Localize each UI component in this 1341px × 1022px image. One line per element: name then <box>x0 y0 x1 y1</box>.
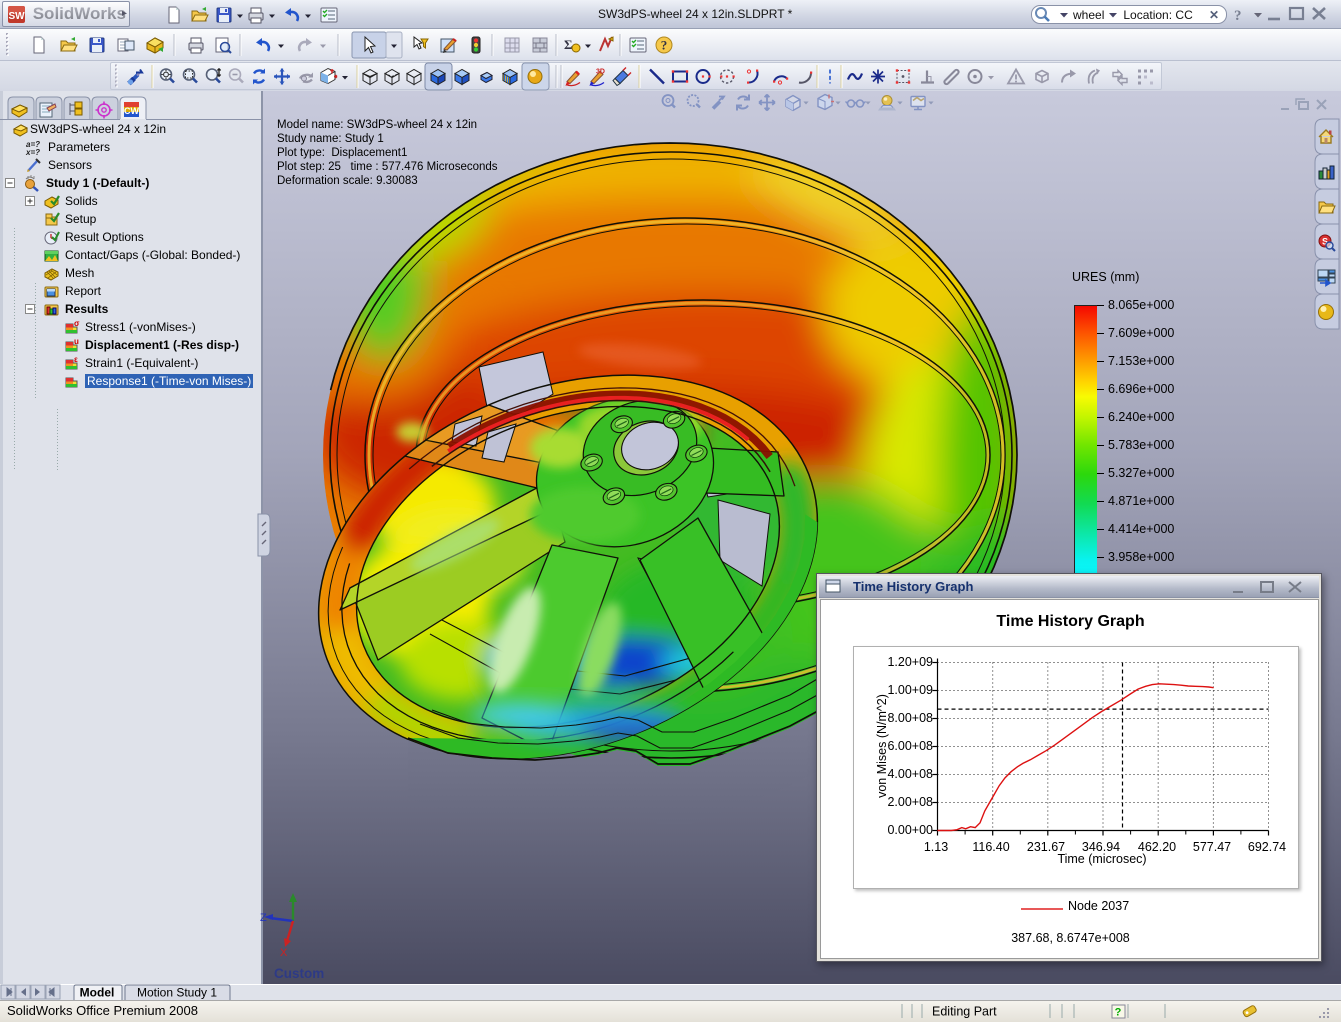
svg-text:Motion Study 1: Motion Study 1 <box>137 986 217 1000</box>
svg-text:?: ? <box>1115 1007 1122 1019</box>
svg-text:Model: Model <box>80 986 115 1000</box>
svg-text:SW: SW <box>8 11 25 22</box>
svg-text:X: X <box>280 947 288 959</box>
svg-text:Editing Part: Editing Part <box>932 1005 997 1019</box>
svg-text:Σ: Σ <box>564 37 573 52</box>
svg-text:σ: σ <box>74 319 80 328</box>
svg-text:ε: ε <box>74 355 78 364</box>
svg-text:u: u <box>74 337 79 346</box>
svg-text:3D: 3D <box>596 69 605 76</box>
svg-text:?: ? <box>1234 8 1242 24</box>
svg-text:?: ? <box>661 38 668 53</box>
svg-text:x=?: x=? <box>25 148 40 157</box>
svg-text:Z: Z <box>260 912 267 924</box>
